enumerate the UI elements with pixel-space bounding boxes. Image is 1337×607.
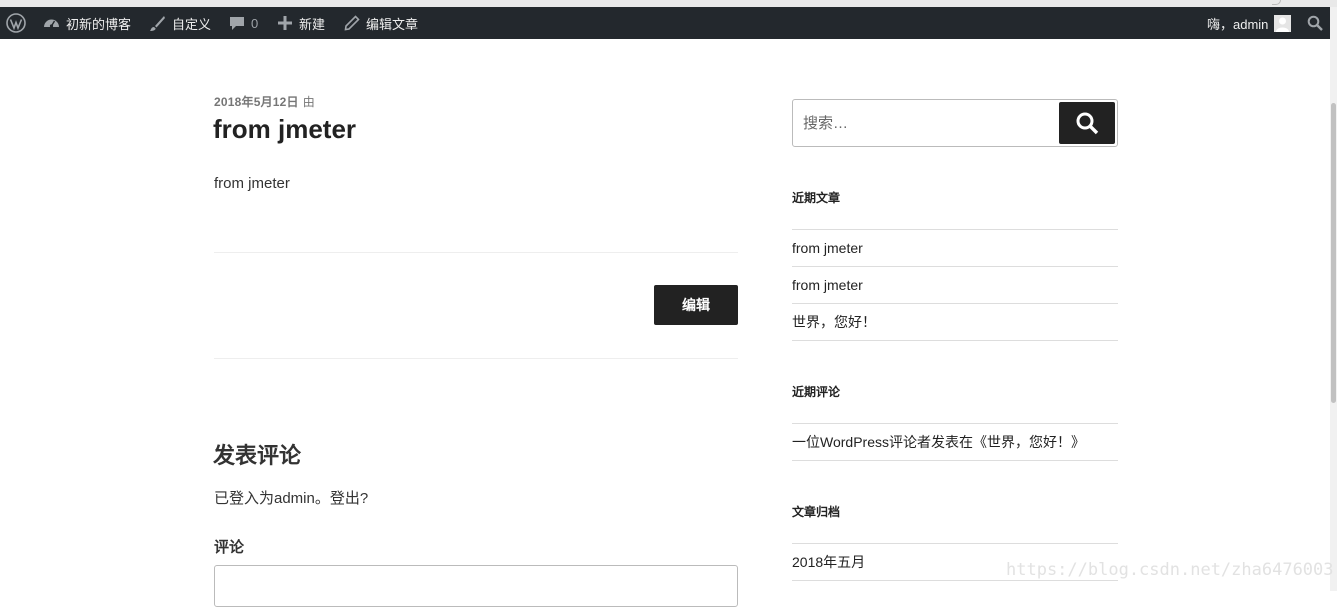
scrollbar-thumb[interactable] <box>1331 103 1336 403</box>
search-icon <box>1076 112 1099 135</box>
recent-posts-title: 近期文章 <box>792 191 841 205</box>
search-input[interactable]: 搜索… <box>803 112 848 133</box>
recent-comments-list: 一位WordPress评论者发表在《世界，您好！》 <box>792 423 1118 461</box>
list-item[interactable]: 一位WordPress评论者发表在《世界，您好！》 <box>792 423 1118 461</box>
new-content-menu[interactable]: 新建 <box>277 7 325 39</box>
adminbar-search-button[interactable] <box>1307 7 1323 39</box>
page-scrollbar[interactable] <box>1330 39 1337 591</box>
comment-textarea[interactable] <box>214 565 738 607</box>
edit-post-button[interactable]: 编辑 <box>654 285 738 325</box>
search-form: 搜索… <box>792 99 1118 147</box>
recent-posts-list: from jmeter from jmeter 世界，您好！ <box>792 229 1118 341</box>
edit-post-menu[interactable]: 编辑文章 <box>344 7 418 39</box>
logged-in-as-text[interactable]: 已登入为admin。登出? <box>214 487 368 508</box>
recent-comments-title: 近期评论 <box>792 385 841 399</box>
post-meta: 2018年5月12日由 <box>214 93 315 110</box>
dashboard-icon <box>44 19 59 28</box>
list-item[interactable]: 世界，您好！ <box>792 303 1118 341</box>
wordpress-logo-icon[interactable] <box>6 7 26 39</box>
greeting-label: 嗨，admin <box>1207 16 1269 32</box>
reply-title: 发表评论 <box>213 443 302 468</box>
watermark-text: https://blog.csdn.net/zha6476003 <box>1006 560 1334 580</box>
site-name-label: 初新的博客 <box>66 16 132 32</box>
browser-top-strip <box>0 0 1337 7</box>
user-avatar-icon <box>1276 17 1290 32</box>
new-label: 新建 <box>299 16 326 32</box>
avatar <box>1274 14 1292 32</box>
comment-bubble-icon <box>230 17 244 30</box>
post-author-prefix: 由 <box>302 95 315 109</box>
search-icon <box>1307 15 1323 31</box>
edit-post-label: 编辑文章 <box>366 16 419 32</box>
post-date-link[interactable]: 2018年5月12日 <box>214 95 299 109</box>
search-submit-button[interactable] <box>1059 102 1115 144</box>
brush-icon <box>150 15 165 31</box>
divider <box>214 252 738 253</box>
admin-bar-inner: 初新的博客 自定义 0 新建 编辑文章 嗨，admin <box>0 7 1330 39</box>
archives-title: 文章归档 <box>792 505 841 519</box>
customize-label: 自定义 <box>172 16 212 32</box>
comment-field-label: 评论 <box>214 539 245 556</box>
customize-menu[interactable]: 自定义 <box>149 7 211 39</box>
list-item[interactable]: from jmeter <box>792 266 1118 303</box>
plus-icon <box>278 16 292 30</box>
list-item[interactable]: from jmeter <box>792 229 1118 266</box>
pencil-icon <box>344 15 360 31</box>
my-account-menu[interactable]: 嗨，admin <box>1207 7 1292 39</box>
comments-count: 0 <box>251 15 259 31</box>
comments-menu[interactable]: 0 <box>229 7 258 39</box>
divider <box>214 358 738 359</box>
post-title: from jmeter <box>213 114 357 144</box>
admin-bar: 初新的博客 自定义 0 新建 编辑文章 嗨，admin <box>0 0 1337 39</box>
post-content: from jmeter <box>214 175 290 192</box>
site-name-menu[interactable]: 初新的博客 <box>43 7 131 39</box>
